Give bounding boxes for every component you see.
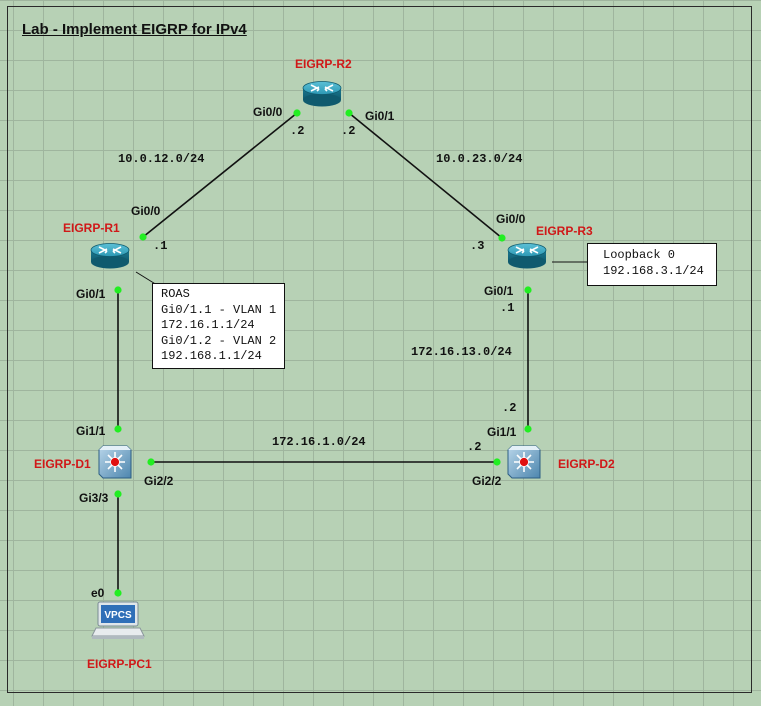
host-octet-r1-gi0-0: .1	[153, 239, 168, 253]
iface-label-r3-gi0-1: Gi0/1	[484, 284, 514, 298]
roas-note-line: 172.16.1.1/24	[161, 318, 255, 332]
link-r2-r3	[348, 112, 503, 239]
loopback-note-line: 192.168.3.1/24	[603, 263, 704, 278]
loopback-note[interactable]: Loopback 0 192.168.3.1/24	[587, 243, 717, 286]
topology-diagram: VPCS	[90, 80, 588, 639]
router-r2-icon	[302, 80, 342, 108]
port-dot-pc1-e0	[114, 589, 122, 597]
port-dot-d1-gi3-3	[114, 490, 122, 498]
host-octet-d2-gi2-2: .2	[467, 440, 482, 454]
port-dot-d2-gi2-2	[493, 458, 501, 466]
link-r1-r2	[142, 112, 298, 238]
iface-label-r3-gi0-0: Gi0/0	[496, 212, 526, 226]
port-dot-d1-gi1-1	[114, 425, 122, 433]
port-dot-r3-gi0-0	[498, 234, 506, 242]
iface-label-r1-gi0-0: Gi0/0	[131, 204, 161, 218]
network-label-r3-d2: 172.16.13.0/24	[411, 345, 512, 359]
vpcs-pc-icon: VPCS	[91, 601, 145, 639]
diagram-title: Lab - Implement EIGRP for IPv4	[22, 21, 247, 38]
topology-canvas[interactable]: VPCS Lab - Implement EIGRP for IPv4 EIGR…	[0, 0, 761, 706]
iface-label-d1-gi3-3: Gi3/3	[79, 491, 109, 505]
host-octet-r3-gi0-0: .3	[470, 239, 485, 253]
network-label-r2-r3: 10.0.23.0/24	[436, 152, 523, 166]
iface-label-r2-gi0-1: Gi0/1	[365, 109, 395, 123]
roas-note[interactable]: ROAS Gi0/1.1 - VLAN 1 172.16.1.1/24 Gi0/…	[152, 283, 286, 369]
roas-note-line: Gi0/1.1 - VLAN 1	[161, 302, 277, 317]
iface-label-r1-gi0-1: Gi0/1	[76, 287, 106, 301]
switch-d2-icon	[507, 445, 541, 479]
port-dot-d2-gi1-1	[524, 425, 532, 433]
device-label-d2[interactable]: EIGRP-D2	[558, 457, 615, 471]
iface-label-d2-gi2-2: Gi2/2	[472, 474, 502, 488]
iface-label-d1-gi2-2: Gi2/2	[144, 474, 174, 488]
host-octet-r2-gi0-0: .2	[290, 124, 305, 138]
roas-note-line: Gi0/1.2 - VLAN 2	[161, 333, 277, 348]
pc-icon-text: VPCS	[104, 610, 132, 621]
router-r1-icon	[90, 242, 130, 270]
network-label-r1-r2: 10.0.12.0/24	[118, 152, 205, 166]
device-label-r2[interactable]: EIGRP-R2	[295, 57, 352, 71]
host-octet-r2-gi0-1: .2	[341, 124, 356, 138]
switch-d1-icon	[98, 445, 132, 479]
device-label-pc1[interactable]: EIGRP-PC1	[87, 657, 152, 671]
port-dot-r2-gi0-1	[345, 109, 353, 117]
port-dot-r1-gi0-1	[114, 286, 122, 294]
iface-label-r2-gi0-0: Gi0/0	[253, 105, 283, 119]
device-label-r3[interactable]: EIGRP-R3	[536, 224, 593, 238]
device-label-r1[interactable]: EIGRP-R1	[63, 221, 120, 235]
device-label-d1[interactable]: EIGRP-D1	[34, 457, 91, 471]
port-dot-r2-gi0-0	[293, 109, 301, 117]
port-dot-r1-gi0-0	[139, 233, 147, 241]
host-octet-r3-gi0-1: .1	[500, 301, 515, 315]
port-dot-d1-gi2-2	[147, 458, 155, 466]
loopback-note-line: Loopback 0	[603, 248, 676, 262]
iface-label-pc1-e0: e0	[91, 586, 105, 600]
iface-label-d2-gi1-1: Gi1/1	[487, 425, 517, 439]
router-r3-icon	[507, 242, 547, 270]
network-label-d1-d2: 172.16.1.0/24	[272, 435, 366, 449]
roas-note-line: ROAS	[161, 287, 190, 301]
port-dot-r3-gi0-1	[524, 286, 532, 294]
iface-label-d1-gi1-1: Gi1/1	[76, 424, 106, 438]
host-octet-d2-gi1-1: .2	[502, 401, 517, 415]
roas-note-line: 192.168.1.1/24	[161, 349, 262, 363]
